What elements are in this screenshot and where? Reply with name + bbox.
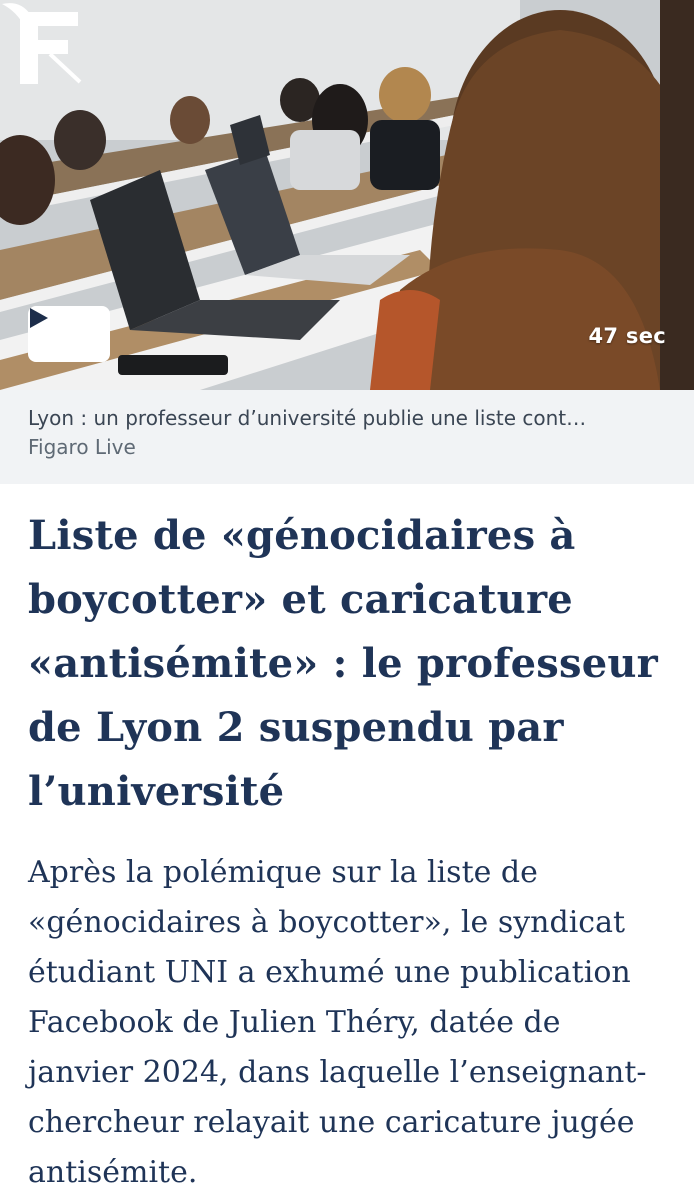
video-duration: 47 sec — [588, 324, 666, 348]
video-caption-source: Figaro Live — [28, 435, 136, 459]
video-player[interactable]: 47 sec — [0, 0, 694, 390]
article-headline: Liste de «génocidaires à boycotter» et c… — [28, 512, 658, 815]
article-lede: Après la polémique sur la liste de «géno… — [28, 855, 647, 1190]
le-figaro-logo — [2, 3, 82, 84]
play-button[interactable] — [28, 306, 110, 362]
play-icon — [30, 308, 48, 328]
video-caption-title[interactable]: Lyon : un professeur d’université publie… — [28, 404, 666, 432]
video-caption[interactable]: Lyon : un professeur d’université publie… — [0, 390, 694, 484]
